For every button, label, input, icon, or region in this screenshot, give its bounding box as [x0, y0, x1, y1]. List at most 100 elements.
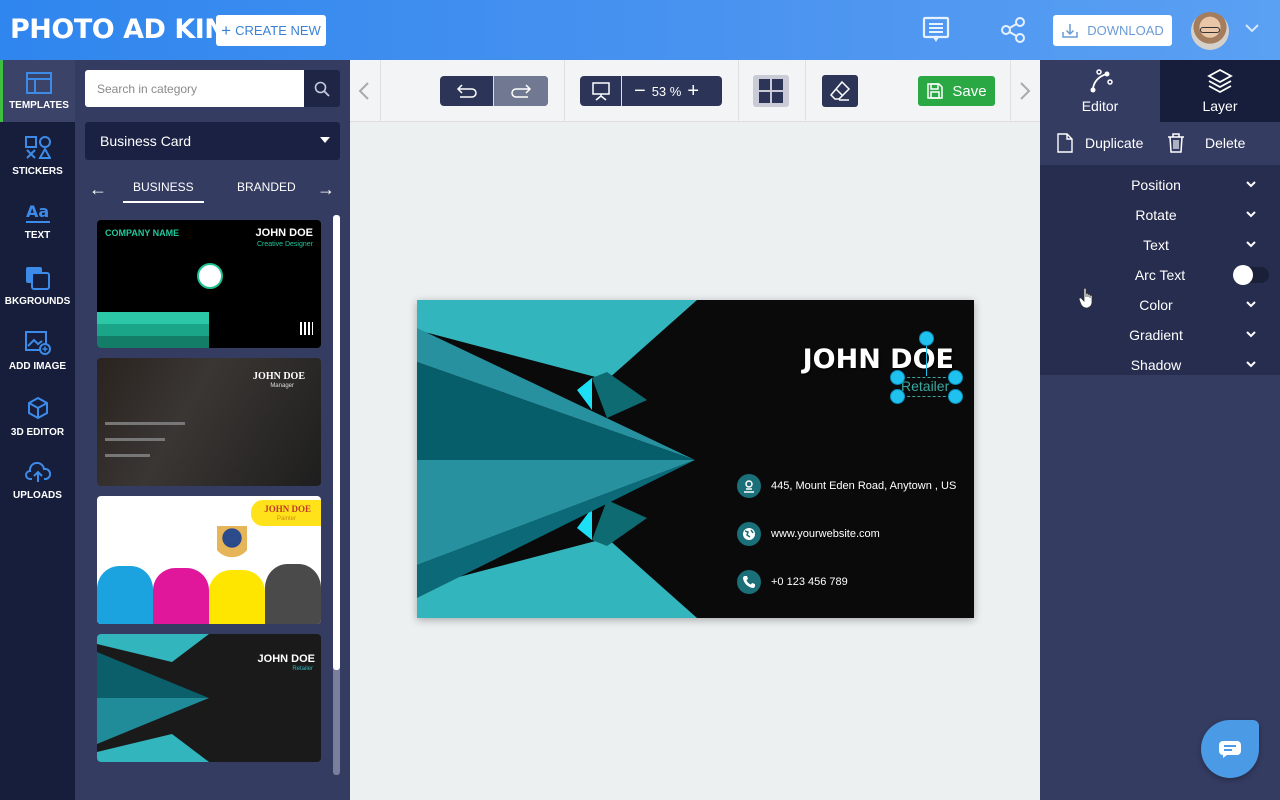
sidebar-item-templates[interactable]: TEMPLATES — [0, 60, 75, 122]
property-list: Position Rotate Text Arc Text Color Grad… — [1040, 165, 1280, 375]
add-image-icon — [24, 330, 51, 355]
sidebar-item-text[interactable]: Aa TEXT — [0, 190, 75, 252]
tab-business[interactable]: BUSINESS — [123, 180, 204, 203]
search-button[interactable] — [304, 70, 340, 107]
subcategory-tabs: ← BUSINESS BRANDED → — [85, 175, 340, 205]
resize-handle-top-left[interactable] — [890, 370, 905, 385]
template-thumbnail[interactable]: COMPANY NAME JOHN DOE Creative Designer — [97, 220, 321, 348]
prop-text[interactable]: Text — [1040, 230, 1280, 260]
category-dropdown[interactable]: Business Card — [85, 122, 340, 160]
chat-support-button[interactable] — [1201, 720, 1259, 778]
tab-branded[interactable]: BRANDED — [237, 180, 296, 194]
uploads-icon — [24, 461, 51, 482]
zoom-controls: − 53 % + — [580, 76, 722, 106]
presentation-button[interactable] — [580, 76, 621, 106]
eraser-icon — [829, 80, 851, 101]
user-avatar[interactable] — [1191, 12, 1229, 50]
sidebar-item-uploads[interactable]: UPLOADS — [0, 450, 75, 512]
rotate-line — [926, 346, 927, 376]
logo-placeholder — [197, 263, 223, 289]
sidebar-item-backgrounds[interactable]: BKGROUNDS — [0, 255, 75, 317]
top-bar: PHOTO AD KING + CREATE NEW DOWNLOAD — [0, 0, 1280, 60]
sidebar-item-stickers[interactable]: STICKERS — [0, 125, 75, 187]
backgrounds-icon — [25, 266, 50, 290]
arc-text-toggle[interactable] — [1233, 265, 1269, 285]
card-name-text[interactable]: JOHN DOE — [803, 344, 954, 375]
painter-illustration — [217, 526, 247, 566]
panel-scrollbar-thumb[interactable] — [333, 215, 340, 670]
plus-icon: + — [221, 20, 232, 40]
search-input[interactable] — [85, 70, 304, 107]
download-button[interactable]: DOWNLOAD — [1053, 15, 1172, 46]
trash-icon — [1168, 133, 1184, 153]
create-new-label: CREATE NEW — [235, 23, 321, 38]
save-button[interactable]: Save — [918, 76, 995, 106]
chevron-down-icon[interactable] — [1244, 22, 1260, 34]
card-website[interactable]: www.yourwebsite.com — [737, 522, 880, 546]
app-logo[interactable]: PHOTO AD KING — [10, 14, 249, 45]
prop-shadow[interactable]: Shadow — [1040, 350, 1280, 380]
grid-icon — [759, 79, 783, 103]
bezier-pen-icon — [1090, 69, 1113, 93]
zoom-out-button[interactable]: − — [634, 80, 646, 103]
card-address[interactable]: 445, Mount Eden Road, Anytown , US — [737, 474, 956, 498]
sidebar-item-3d-editor[interactable]: 3D EDITOR — [0, 385, 75, 447]
stickers-icon — [24, 135, 51, 159]
undo-icon — [456, 84, 477, 98]
arrow-left-icon[interactable]: ← — [89, 179, 107, 200]
chevron-down-icon — [1246, 181, 1256, 188]
prop-color[interactable]: Color — [1040, 287, 1280, 320]
template-thumbnail[interactable]: JOHN DOE Manager — [97, 358, 321, 486]
editor-toolbar: − 53 % + Save — [350, 60, 1040, 122]
chat-icon — [1219, 741, 1241, 758]
layers-icon — [1207, 68, 1233, 94]
search-icon — [314, 81, 330, 97]
feedback-icon[interactable] — [921, 15, 951, 45]
resize-handle-top-right[interactable] — [948, 370, 963, 385]
tab-layer[interactable]: Layer — [1160, 60, 1280, 122]
chevron-down-icon — [1246, 211, 1256, 218]
create-new-button[interactable]: + CREATE NEW — [216, 15, 326, 46]
templates-icon — [26, 71, 52, 94]
card-phone[interactable]: +0 123 456 789 — [737, 570, 848, 594]
phone-icon — [737, 570, 761, 594]
templates-panel: Business Card ← BUSINESS BRANDED → COMPA… — [75, 60, 350, 800]
undo-button[interactable] — [440, 76, 493, 106]
arrow-right-icon[interactable]: → — [317, 179, 335, 200]
text-icon: Aa — [25, 202, 50, 223]
save-icon — [927, 83, 944, 99]
layer-actions: Duplicate Delete — [1040, 122, 1280, 164]
prop-arc-text: Arc Text — [1040, 260, 1280, 290]
business-card-design[interactable]: JOHN DOE Retailer 445, Mount Eden Road, … — [417, 300, 974, 618]
template-thumbnail[interactable]: JOHN DOE Retailer — [97, 634, 321, 762]
redo-icon — [511, 84, 532, 98]
rotate-handle[interactable] — [919, 331, 934, 346]
tool-sidebar: TEMPLATES STICKERS Aa TEXT BKGROUNDS ADD… — [0, 60, 75, 800]
share-icon[interactable] — [998, 15, 1028, 45]
delete-button[interactable]: Delete — [1167, 133, 1245, 153]
redo-button[interactable] — [494, 76, 548, 106]
prop-rotate[interactable]: Rotate — [1040, 200, 1280, 230]
tab-editor[interactable]: Editor — [1040, 60, 1160, 122]
sidebar-item-add-image[interactable]: ADD IMAGE — [0, 320, 75, 382]
selection-box — [897, 377, 956, 397]
presentation-icon — [591, 82, 610, 101]
resize-handle-bottom-right[interactable] — [948, 389, 963, 404]
prop-gradient[interactable]: Gradient — [1040, 320, 1280, 350]
zoom-level: 53 % — [651, 83, 682, 99]
resize-handle-bottom-left[interactable] — [890, 389, 905, 404]
3d-editor-icon — [27, 396, 48, 419]
chevron-down-icon — [1246, 241, 1256, 248]
location-icon — [737, 474, 761, 498]
hand-cursor-icon — [1078, 287, 1093, 309]
chevron-left-icon[interactable] — [358, 81, 370, 101]
chevron-down-icon — [1246, 361, 1256, 368]
duplicate-button[interactable]: Duplicate — [1057, 133, 1143, 153]
zoom-in-button[interactable]: + — [687, 80, 699, 103]
grid-button[interactable] — [753, 75, 789, 107]
template-thumbnail[interactable]: JOHN DOE Painter — [97, 496, 321, 624]
eraser-button[interactable] — [822, 75, 858, 107]
chevron-right-icon[interactable] — [1019, 81, 1031, 101]
prop-position[interactable]: Position — [1040, 170, 1280, 200]
chevron-down-icon — [1246, 301, 1256, 308]
